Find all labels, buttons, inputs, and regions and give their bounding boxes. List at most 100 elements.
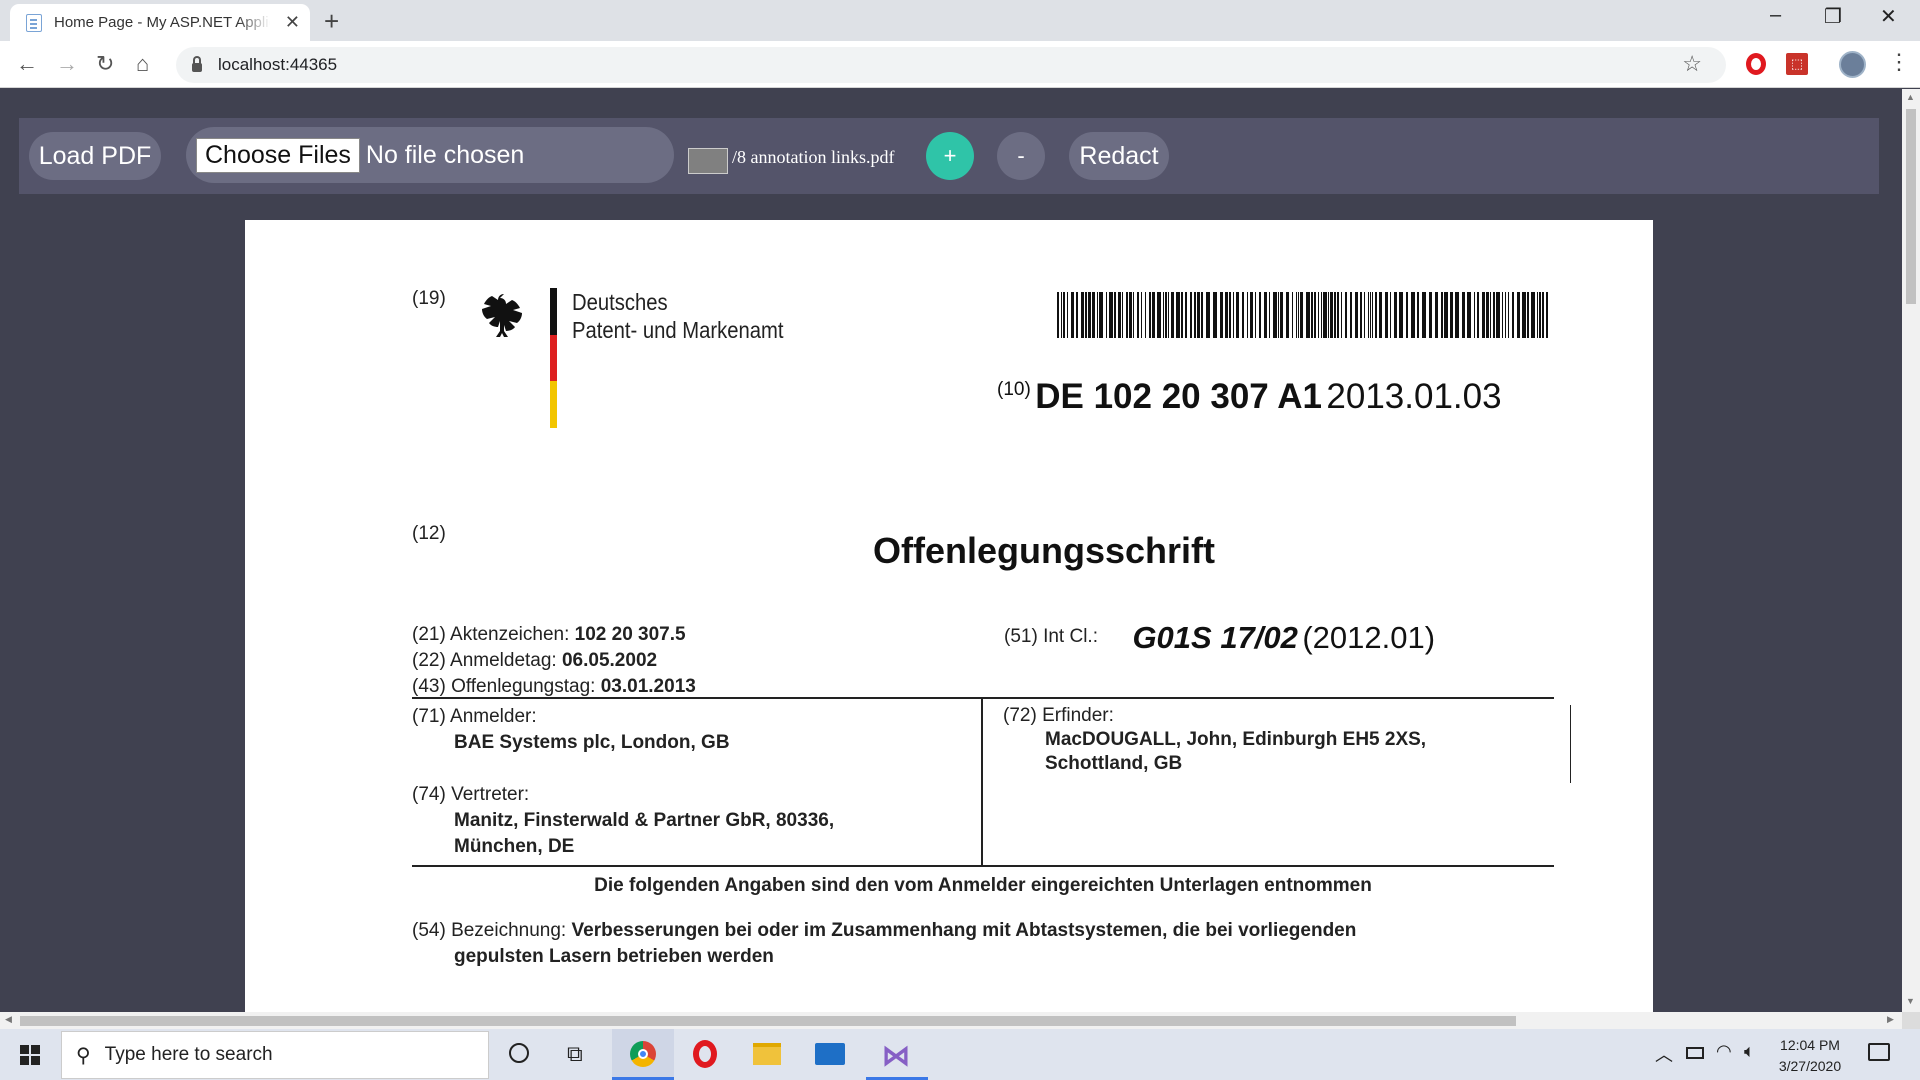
- field-51-value: G01S 17/02: [1132, 620, 1298, 655]
- barcode-bar: [1368, 292, 1369, 338]
- volume-icon[interactable]: 🔈︎: [1744, 1041, 1755, 1062]
- barcode-bar: [1364, 292, 1365, 338]
- barcode-bar: [1512, 292, 1514, 338]
- barcode-bar: [1133, 292, 1134, 338]
- wifi-icon[interactable]: ◠: [1716, 1041, 1732, 1062]
- horizontal-scrollbar[interactable]: ◀ ▶: [0, 1012, 1902, 1029]
- profile-avatar[interactable]: [1839, 51, 1866, 78]
- field-74-value-2: München, DE: [454, 836, 575, 857]
- barcode-bar: [1229, 292, 1231, 338]
- browser-tab-active[interactable]: Home Page - My ASP.NET Application ✕: [10, 4, 310, 41]
- taskbar-search[interactable]: ⚲ Type here to search: [61, 1031, 489, 1079]
- close-window-icon[interactable]: ✕: [1880, 4, 1897, 29]
- back-icon[interactable]: ←: [16, 51, 38, 77]
- forward-icon[interactable]: →: [56, 51, 78, 77]
- file-explorer-icon[interactable]: [753, 1043, 781, 1065]
- visual-studio-taskbar-icon[interactable]: ⋈: [866, 1029, 928, 1080]
- browser-menu-icon[interactable]: ⋮: [1888, 49, 1910, 75]
- field-72-label: (72) Erfinder:: [1003, 705, 1114, 726]
- scroll-up-icon[interactable]: ▲: [1906, 92, 1915, 102]
- barcode-bar: [1220, 292, 1223, 338]
- pdf-extension-icon[interactable]: ⬚: [1786, 53, 1808, 75]
- barcode-bar: [1444, 292, 1448, 338]
- notifications-icon[interactable]: [1868, 1043, 1890, 1061]
- start-button[interactable]: [20, 1045, 40, 1065]
- barcode-bar: [1531, 292, 1535, 338]
- barcode-bar: [1126, 292, 1128, 338]
- barcode-bar: [1306, 292, 1310, 338]
- vertical-scroll-thumb[interactable]: [1906, 109, 1916, 304]
- home-icon[interactable]: ⌂: [136, 51, 149, 77]
- zoom-out-button[interactable]: -: [997, 132, 1045, 180]
- battery-icon[interactable]: [1686, 1047, 1704, 1059]
- clock[interactable]: 12:04 PM 3/27/2020: [1770, 1035, 1850, 1077]
- mail-icon[interactable]: [815, 1043, 845, 1065]
- field-22-value: 06.05.2002: [561, 650, 658, 671]
- barcode-bar: [1171, 292, 1174, 338]
- load-pdf-button[interactable]: Load PDF: [29, 132, 161, 180]
- opera-extension-icon[interactable]: [1746, 53, 1766, 75]
- close-tab-icon[interactable]: ✕: [285, 12, 300, 33]
- applicant-block: (71) Anmelder: BAE Systems plc, London, …: [412, 704, 730, 756]
- field-54-label: (54) Bezeichnung:: [412, 920, 567, 941]
- barcode-bar: [1508, 292, 1509, 338]
- bookmark-star-icon[interactable]: ☆: [1682, 51, 1702, 77]
- agency-name: Deutsches Patent- und Markenamt: [572, 288, 784, 344]
- barcode-bar: [1537, 292, 1538, 338]
- minimize-icon[interactable]: –: [1770, 4, 1781, 27]
- barcode-bar: [1390, 292, 1391, 338]
- page-icon: [26, 13, 42, 32]
- barcode-bar: [1546, 292, 1548, 338]
- reload-icon[interactable]: ↻: [96, 51, 114, 77]
- barcode-bar: [1441, 292, 1443, 338]
- federal-eagle-logo: [482, 294, 522, 337]
- show-hidden-icons[interactable]: ︿: [1655, 1041, 1673, 1067]
- redact-button[interactable]: Redact: [1069, 132, 1169, 180]
- tab-title: Home Page - My ASP.NET Application: [54, 14, 270, 31]
- barcode-bar: [1185, 292, 1187, 338]
- barcode-bar: [1163, 292, 1164, 338]
- barcode-bar: [1213, 292, 1217, 338]
- barcode-bar: [1176, 292, 1180, 338]
- notice-text: Die folgenden Angaben sind den vom Anmel…: [594, 875, 1372, 896]
- barcode-bar: [1417, 292, 1419, 338]
- barcode-bar: [1311, 292, 1313, 338]
- windows-logo-tile: [20, 1045, 29, 1054]
- barcode-bar: [1168, 292, 1169, 338]
- barcode-bar: [1522, 292, 1526, 338]
- cortana-icon[interactable]: [509, 1043, 529, 1063]
- task-view-icon[interactable]: ⧉: [567, 1041, 583, 1067]
- field-54-value-2: gepulsten Lasern betrieben werden: [454, 946, 774, 967]
- vertical-scrollbar[interactable]: ▲ ▼: [1902, 89, 1920, 1012]
- german-flag-bar: [550, 288, 557, 428]
- scroll-down-icon[interactable]: ▼: [1906, 996, 1915, 1006]
- barcode-bar: [1477, 292, 1479, 338]
- barcode-bar: [1337, 292, 1339, 338]
- barcode-bar: [1493, 292, 1495, 338]
- barcode-bar: [1114, 292, 1116, 338]
- representative-block: (74) Vertreter: Manitz, Finsterwald & Pa…: [412, 782, 834, 860]
- barcode-bar: [1321, 292, 1322, 338]
- new-tab-button[interactable]: +: [324, 6, 339, 37]
- scroll-left-icon[interactable]: ◀: [5, 1014, 12, 1025]
- barcode-bar: [1379, 292, 1382, 338]
- url-field[interactable]: localhost:44365 ☆: [176, 47, 1726, 83]
- page-number-input[interactable]: [688, 148, 728, 174]
- inventor-block: (72) Erfinder: MacDOUGALL, John, Edinbur…: [1003, 704, 1426, 776]
- barcode-bar: [1061, 292, 1062, 338]
- horizontal-scroll-thumb[interactable]: [20, 1016, 1516, 1026]
- restore-icon[interactable]: ❐: [1824, 4, 1842, 29]
- barcode-bar: [1486, 292, 1489, 338]
- barcode-bar: [1225, 292, 1228, 338]
- scroll-right-icon[interactable]: ▶: [1887, 1014, 1894, 1025]
- barcode-bar: [1057, 292, 1059, 338]
- field-71-label: (71) Anmelder:: [412, 706, 537, 727]
- flag-stripe-black: [550, 288, 557, 335]
- zoom-in-button[interactable]: +: [926, 132, 974, 180]
- opera-taskbar-icon[interactable]: [693, 1040, 717, 1068]
- choose-files-button[interactable]: Choose Files: [196, 137, 360, 173]
- chrome-taskbar-icon[interactable]: [612, 1029, 674, 1080]
- barcode-bar: [1280, 292, 1283, 338]
- file-input[interactable]: Choose Files No file chosen: [186, 127, 674, 183]
- barcode-bar: [1355, 292, 1358, 338]
